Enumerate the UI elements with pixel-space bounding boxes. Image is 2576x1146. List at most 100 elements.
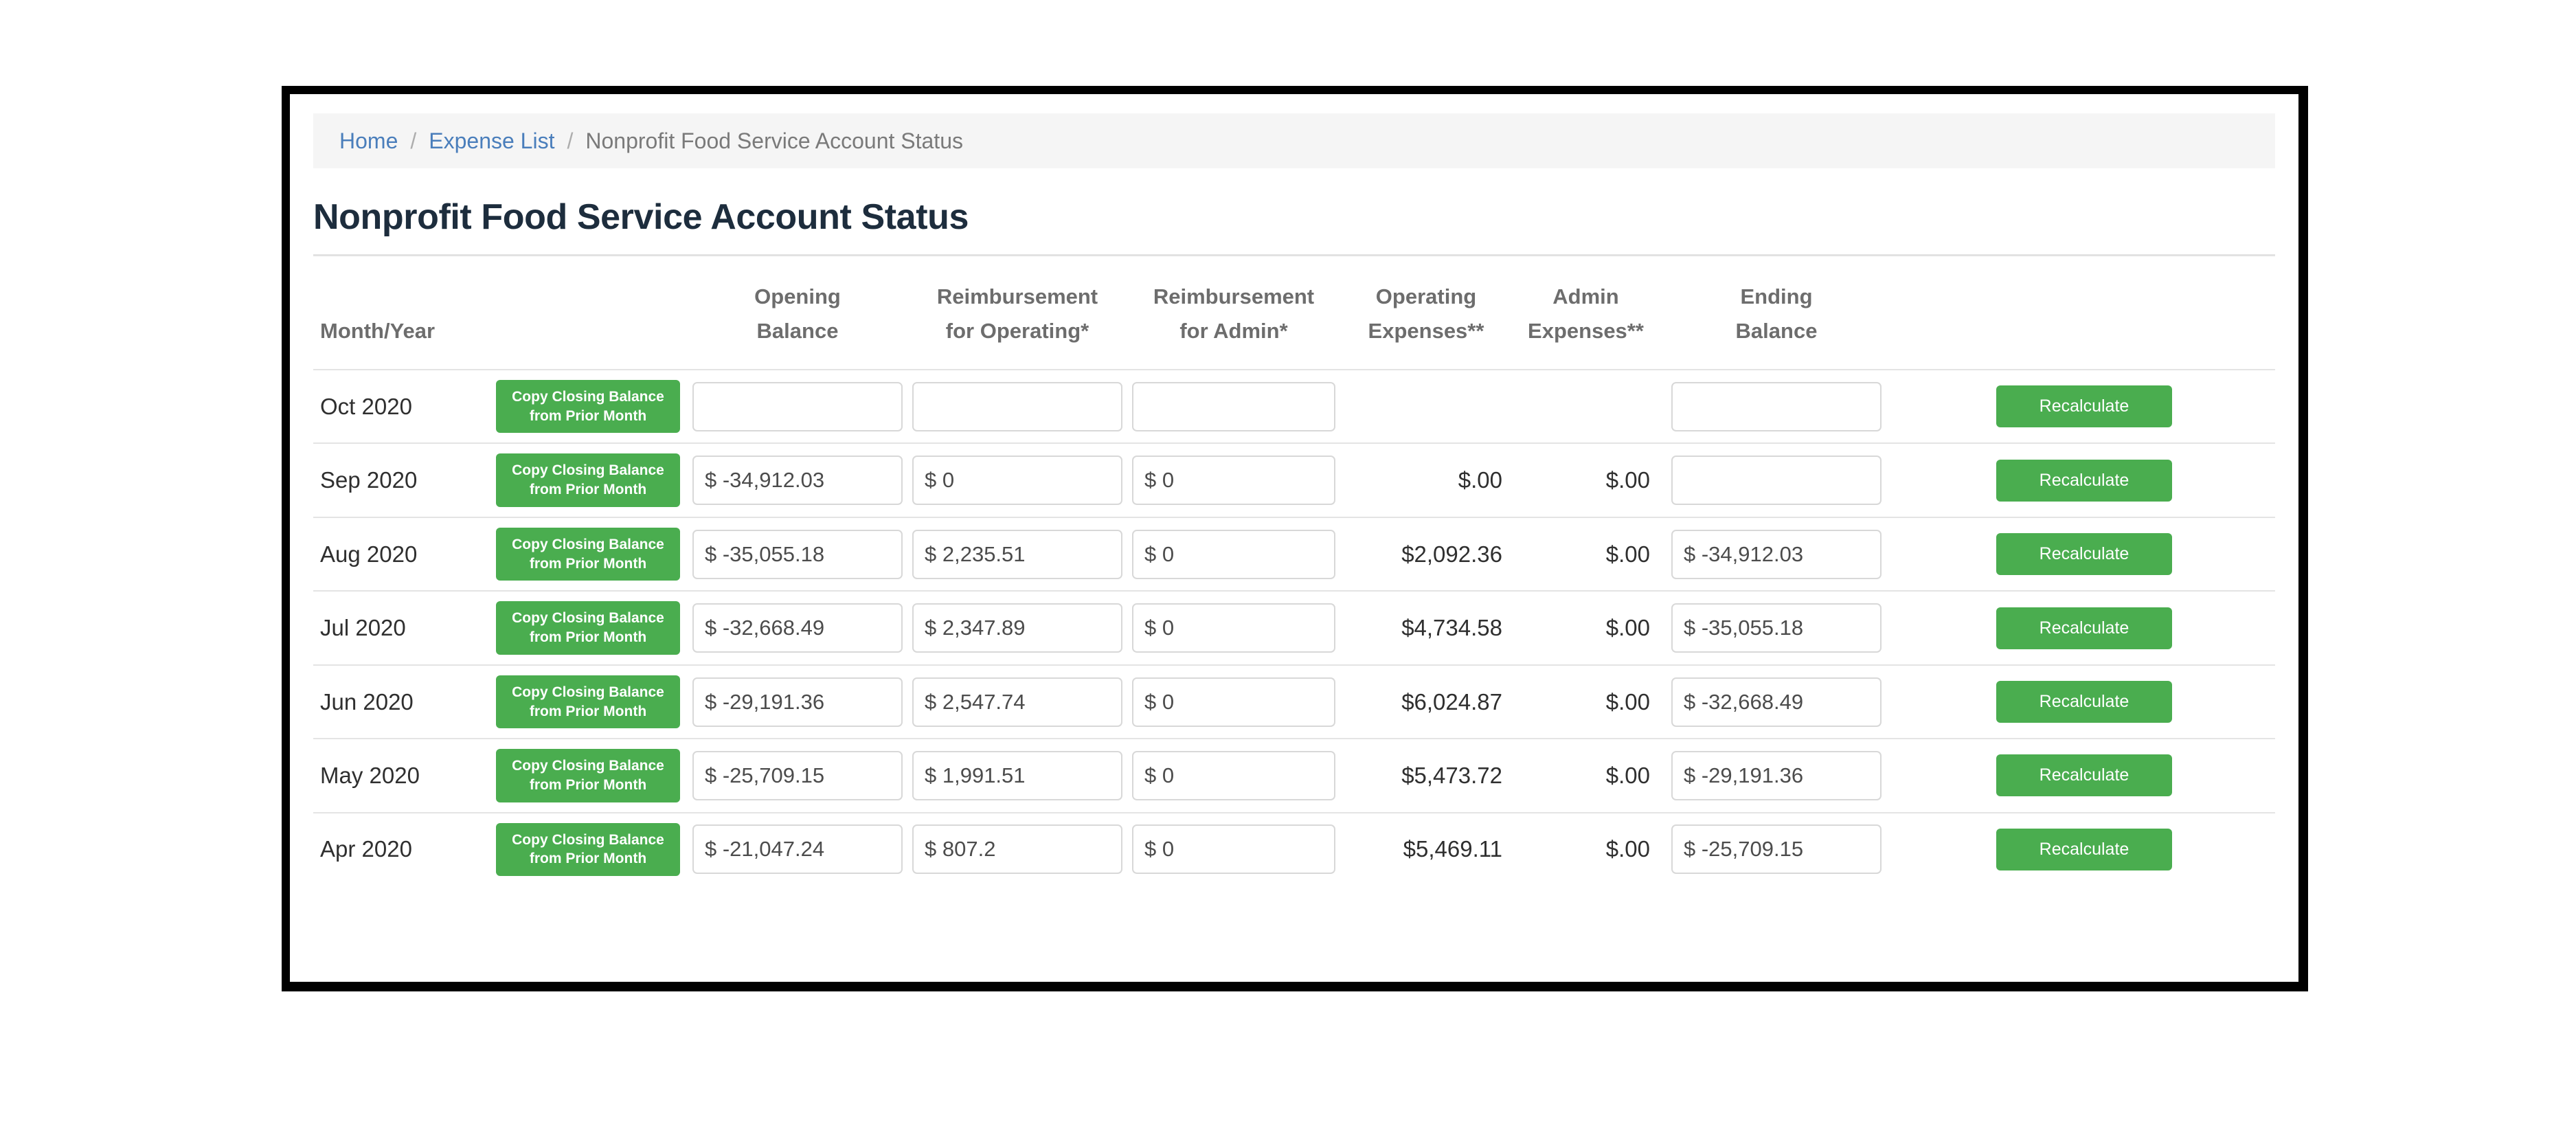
- reimbursement-admin-input[interactable]: [1132, 677, 1335, 727]
- reimbursement-admin-input[interactable]: [1132, 382, 1335, 431]
- table-header-row: Month/Year Opening Balance Reimbursement…: [313, 256, 2275, 370]
- cell-copy-action: Copy Closing Balance from Prior Month: [488, 443, 688, 517]
- reimbursement-operating-input[interactable]: [912, 382, 1122, 431]
- app-page: Home / Expense List / Nonprofit Food Ser…: [290, 94, 2298, 982]
- column-header-opening-balance: Opening Balance: [688, 256, 907, 370]
- copy-button-label-line-1: Copy Closing Balance: [512, 832, 664, 848]
- copy-closing-balance-button[interactable]: Copy Closing Balancefrom Prior Month: [496, 675, 680, 728]
- opening-balance-input[interactable]: [692, 824, 903, 874]
- copy-button-label-line-1: Copy Closing Balance: [512, 537, 664, 552]
- cell-copy-action: Copy Closing Balancefrom Prior Month: [488, 739, 688, 812]
- cell-month-year: Oct 2020: [313, 370, 488, 443]
- cell-reimbursement-admin-input: [1127, 443, 1340, 517]
- opening-balance-input[interactable]: [692, 530, 903, 579]
- cell-reimbursement-operating-input: [907, 591, 1127, 664]
- cell-month-year: Sep 2020: [313, 443, 488, 517]
- recalculate-button[interactable]: Recalculate: [1996, 460, 2172, 502]
- header-line-1: Reimbursement: [907, 280, 1127, 314]
- column-header-recalculate-action: [1893, 256, 2275, 370]
- reimbursement-operating-input[interactable]: [912, 677, 1122, 727]
- cell-operating-expenses: $5,469.11: [1340, 813, 1512, 886]
- copy-closing-balance-button[interactable]: Copy Closing Balance from Prior Month: [496, 453, 680, 506]
- copy-button-label-line-1: Copy Closing Balance: [512, 462, 664, 478]
- column-header-reimbursement-admin: Reimbursement for Admin*: [1127, 256, 1340, 370]
- page-title: Nonprofit Food Service Account Status: [313, 199, 2275, 236]
- reimbursement-admin-input[interactable]: [1132, 456, 1335, 505]
- table-row: Apr 2020Copy Closing Balancefrom Prior M…: [313, 813, 2275, 886]
- cell-admin-expenses: $.00: [1512, 665, 1660, 739]
- cell-reimbursement-admin-input: [1127, 591, 1340, 664]
- cell-reimbursement-operating-input: [907, 443, 1127, 517]
- ending-balance-input[interactable]: [1671, 530, 1882, 579]
- ending-balance-input[interactable]: [1671, 382, 1882, 431]
- ending-balance-input[interactable]: [1671, 824, 1882, 874]
- opening-balance-input[interactable]: [692, 603, 903, 653]
- cell-reimbursement-admin-input: [1127, 517, 1340, 591]
- reimbursement-admin-input[interactable]: [1132, 603, 1335, 653]
- cell-opening-balance-input: [688, 813, 907, 886]
- reimbursement-operating-input[interactable]: [912, 751, 1122, 800]
- opening-balance-input[interactable]: [692, 751, 903, 800]
- breadcrumb-item-expense-list[interactable]: Expense List: [429, 128, 554, 154]
- cell-opening-balance-input: [688, 739, 907, 812]
- column-header-copy-action: [488, 256, 688, 370]
- cell-copy-action: Copy Closing Balancefrom Prior Month: [488, 370, 688, 443]
- column-header-ending-balance: Ending Balance: [1660, 256, 1893, 370]
- header-line-2: Month/Year: [320, 314, 488, 348]
- header-line-1: Ending: [1660, 280, 1893, 314]
- copy-closing-balance-button[interactable]: Copy Closing Balancefrom Prior Month: [496, 380, 680, 433]
- copy-closing-balance-button[interactable]: Copy Closing Balancefrom Prior Month: [496, 601, 680, 654]
- ending-balance-input[interactable]: [1671, 603, 1882, 653]
- reimbursement-operating-input[interactable]: [912, 603, 1122, 653]
- ending-balance-input[interactable]: [1671, 751, 1882, 800]
- cell-opening-balance-input: [688, 591, 907, 664]
- reimbursement-admin-input[interactable]: [1132, 751, 1335, 800]
- table-row: Aug 2020Copy Closing Balancefrom Prior M…: [313, 517, 2275, 591]
- copy-closing-balance-button[interactable]: Copy Closing Balancefrom Prior Month: [496, 823, 680, 876]
- cell-reimbursement-admin-input: [1127, 665, 1340, 739]
- cell-recalculate-action: Recalculate: [1893, 517, 2275, 591]
- cell-reimbursement-operating-input: [907, 517, 1127, 591]
- breadcrumb-item-home[interactable]: Home: [339, 128, 398, 154]
- cell-copy-action: Copy Closing Balance from Prior Month: [488, 517, 688, 591]
- reimbursement-operating-input[interactable]: [912, 824, 1122, 874]
- ending-balance-input[interactable]: [1671, 677, 1882, 727]
- copy-button-label-line-2: from Prior Month: [530, 482, 646, 497]
- cell-ending-balance: [1660, 739, 1893, 812]
- breadcrumb-separator: /: [567, 128, 573, 154]
- cell-operating-expenses: [1340, 370, 1512, 443]
- ending-balance-input[interactable]: [1671, 456, 1882, 505]
- cell-opening-balance-input: [688, 443, 907, 517]
- cell-recalculate-action: Recalculate: [1893, 370, 2275, 443]
- recalculate-button[interactable]: Recalculate: [1996, 607, 2172, 649]
- opening-balance-input[interactable]: [692, 677, 903, 727]
- cell-admin-expenses: $.00: [1512, 591, 1660, 664]
- cell-copy-action: Copy Closing Balancefrom Prior Month: [488, 665, 688, 739]
- cell-reimbursement-admin-input: [1127, 370, 1340, 443]
- copy-closing-balance-button[interactable]: Copy Closing Balancefrom Prior Month: [496, 749, 680, 802]
- reimbursement-admin-input[interactable]: [1132, 824, 1335, 874]
- copy-button-label-line-2: from Prior Month: [530, 629, 646, 645]
- cell-opening-balance-input: [688, 665, 907, 739]
- cell-copy-action: Copy Closing Balancefrom Prior Month: [488, 591, 688, 664]
- recalculate-button[interactable]: Recalculate: [1996, 385, 2172, 427]
- header-line-2: Expenses**: [1512, 314, 1660, 348]
- copy-button-label-line-2: from Prior Month: [530, 556, 646, 572]
- cell-operating-expenses: $5,473.72: [1340, 739, 1512, 812]
- copy-closing-balance-button[interactable]: Copy Closing Balance from Prior Month: [496, 528, 680, 581]
- recalculate-button[interactable]: Recalculate: [1996, 533, 2172, 575]
- recalculate-button[interactable]: Recalculate: [1996, 829, 2172, 870]
- reimbursement-operating-input[interactable]: [912, 530, 1122, 579]
- opening-balance-input[interactable]: [692, 456, 903, 505]
- recalculate-button[interactable]: Recalculate: [1996, 681, 2172, 723]
- header-line-2: for Admin*: [1127, 314, 1340, 348]
- reimbursement-admin-input[interactable]: [1132, 530, 1335, 579]
- copy-button-label-line-2: from Prior Month: [530, 777, 646, 793]
- cell-month-year: Jun 2020: [313, 665, 488, 739]
- opening-balance-input[interactable]: [692, 382, 903, 431]
- recalculate-button[interactable]: Recalculate: [1996, 754, 2172, 796]
- cell-month-year: May 2020: [313, 739, 488, 812]
- cell-recalculate-action: Recalculate: [1893, 813, 2275, 886]
- reimbursement-operating-input[interactable]: [912, 456, 1122, 505]
- table-row: Jul 2020Copy Closing Balancefrom Prior M…: [313, 591, 2275, 664]
